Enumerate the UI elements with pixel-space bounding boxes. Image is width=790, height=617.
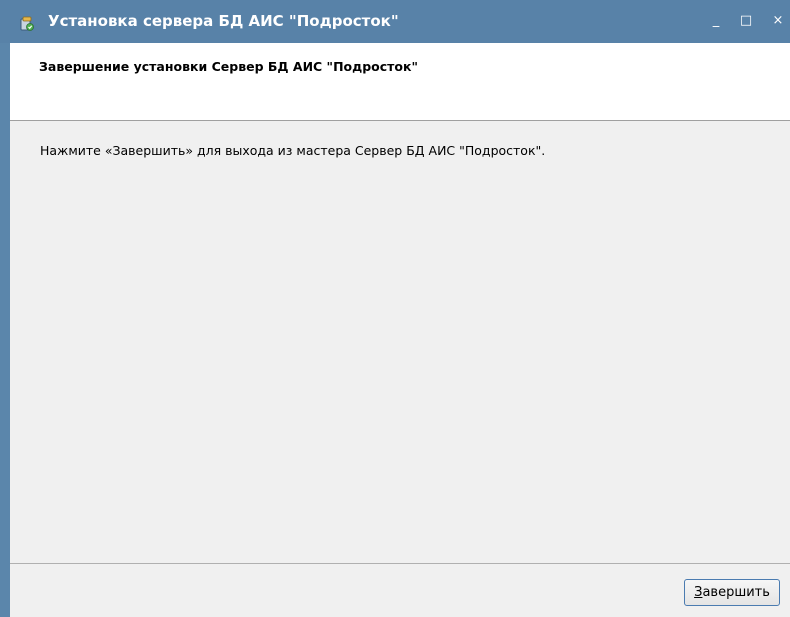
minimize-button[interactable]: _ xyxy=(707,12,725,30)
title-bar[interactable]: Установка сервера БД АИС "Подросток" _ □… xyxy=(0,0,790,43)
close-button[interactable]: × xyxy=(769,12,787,30)
finish-message: Нажмите «Завершить» для выхода из мастер… xyxy=(40,143,546,158)
installer-app-icon xyxy=(19,16,35,32)
footer-divider xyxy=(10,563,790,564)
finish-button[interactable]: Завершить xyxy=(684,579,780,606)
wizard-page-title: Завершение установки Сервер БД АИС "Подр… xyxy=(39,59,418,74)
window-title: Установка сервера БД АИС "Подросток" xyxy=(48,12,399,30)
wizard-client-area: Завершение установки Сервер БД АИС "Подр… xyxy=(10,43,790,617)
installer-window: Установка сервера БД АИС "Подросток" _ □… xyxy=(0,0,790,617)
finish-button-label: авершить xyxy=(702,585,770,600)
maximize-button[interactable]: □ xyxy=(737,12,755,30)
wizard-header-panel: Завершение установки Сервер БД АИС "Подр… xyxy=(10,43,790,121)
